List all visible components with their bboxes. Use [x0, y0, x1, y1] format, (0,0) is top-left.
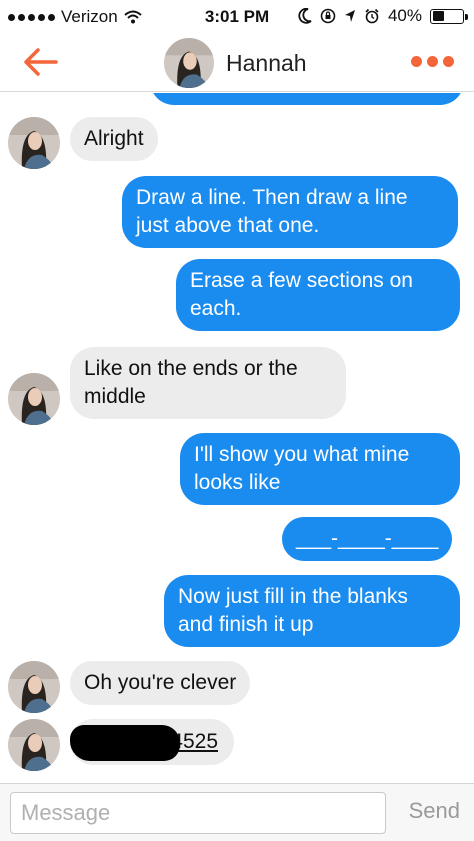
- back-button[interactable]: [20, 44, 60, 80]
- dot-icon: [443, 56, 454, 67]
- send-button[interactable]: Send: [409, 798, 460, 824]
- message-input[interactable]: [10, 792, 386, 834]
- message-bubble-incoming: Alright: [70, 117, 158, 161]
- dot-icon: [411, 56, 422, 67]
- redaction-mark: [70, 725, 180, 761]
- location-icon: [344, 10, 355, 22]
- battery-fill: [432, 11, 445, 21]
- message-composer: Send: [0, 783, 474, 841]
- orientation-lock-icon: [320, 8, 336, 24]
- message-bubble-outgoing: Draw a line. Then draw a line just above…: [122, 176, 458, 248]
- back-arrow-icon: [24, 48, 58, 76]
- message-bubble-outgoing: ___-____-____: [282, 517, 453, 561]
- message-bubble-outgoing: Erase a few sections on each.: [176, 259, 460, 331]
- dot-icon: [427, 56, 438, 67]
- conversation-header: Hannah: [0, 34, 474, 92]
- message-bubble-incoming: Like on the ends or the middle: [70, 347, 346, 419]
- avatar: [8, 661, 60, 713]
- more-options-button[interactable]: [411, 56, 454, 67]
- avatar: [8, 373, 60, 425]
- status-bar: Verizon 3:01 PM 40%: [0, 0, 474, 34]
- contact-avatar: [164, 38, 214, 88]
- avatar: [8, 719, 60, 771]
- battery-icon: [430, 8, 468, 24]
- status-icons: 40%: [298, 6, 468, 26]
- alarm-icon: [365, 8, 379, 24]
- contact-info[interactable]: Hannah: [164, 38, 307, 88]
- moon-icon: [298, 8, 312, 24]
- battery-percent: 40%: [387, 6, 422, 25]
- message-bubble-outgoing: Now just fill in the blanks and finish i…: [164, 575, 460, 647]
- avatar: [8, 117, 60, 169]
- message-bubble-outgoing-partial: [150, 93, 464, 105]
- contact-name: Hannah: [226, 49, 307, 76]
- message-thread[interactable]: Alright Draw a line. Then draw a line ju…: [0, 93, 474, 783]
- message-bubble-incoming: Oh you're clever: [70, 661, 251, 705]
- message-bubble-outgoing: I'll show you what mine looks like: [180, 433, 460, 505]
